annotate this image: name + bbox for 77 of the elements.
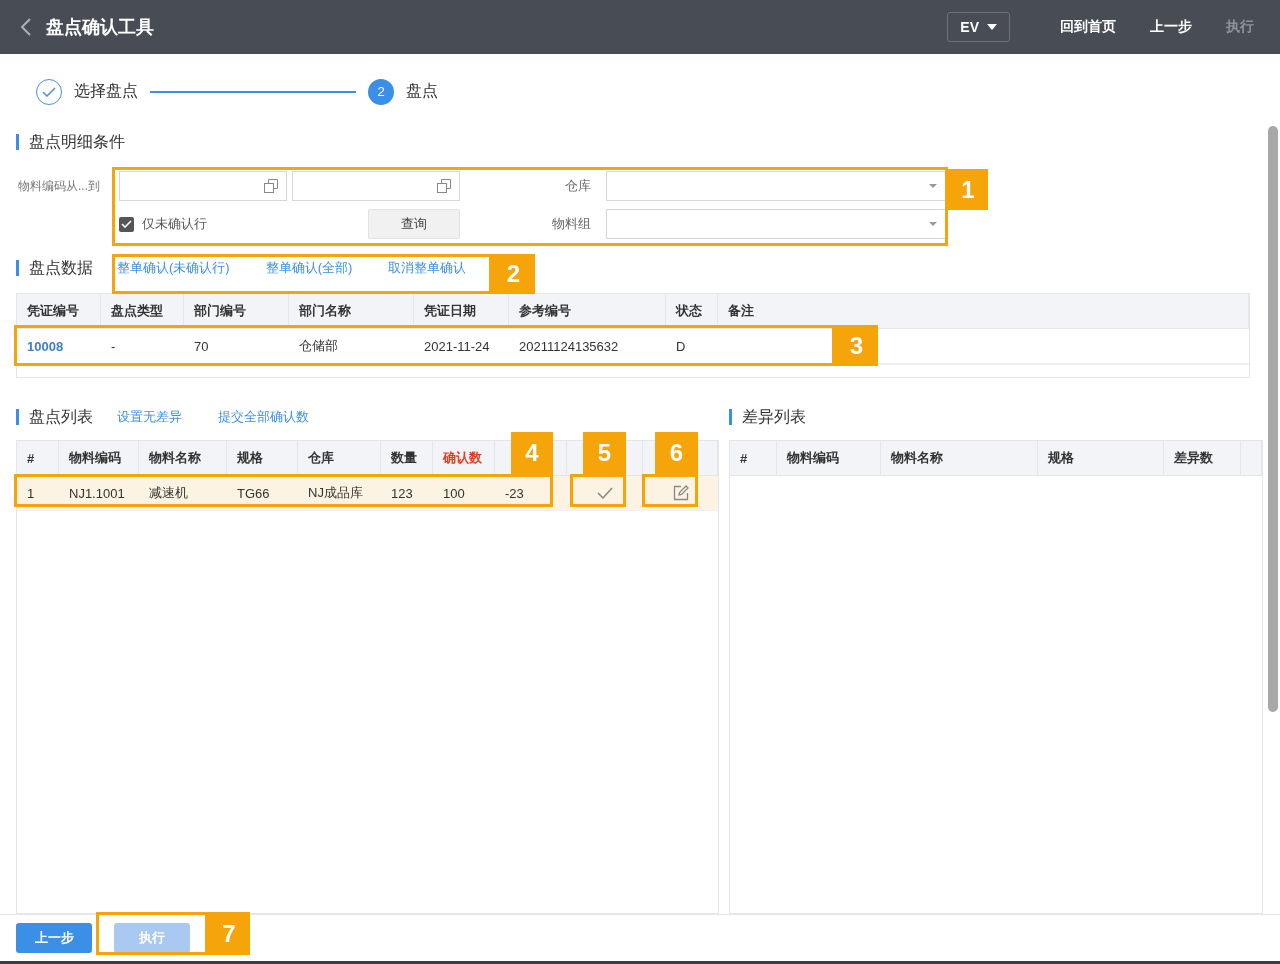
column-header[interactable]: 规格: [237, 449, 263, 467]
column-header[interactable]: 状态: [676, 302, 702, 320]
field-label: 仓库: [564, 177, 592, 195]
table-cell: 70: [194, 338, 209, 354]
table-cell: 20211124135632: [519, 338, 619, 354]
section-title: 盘点数据: [29, 257, 93, 278]
caret-icon: [929, 184, 937, 188]
callout-number: 3: [835, 325, 878, 366]
action-link[interactable]: 提交全部确认数: [218, 408, 309, 426]
table-cell: D: [676, 338, 686, 354]
table-cell: 123: [391, 485, 413, 501]
table-cell: -: [111, 338, 116, 354]
checkbox[interactable]: [119, 216, 134, 232]
query-button[interactable]: 查询: [368, 209, 460, 239]
column-header[interactable]: 物料编码: [69, 449, 121, 467]
column-header[interactable]: 物料名称: [149, 449, 201, 467]
copy-icon[interactable]: [437, 179, 451, 193]
edit-icon[interactable]: [672, 485, 689, 501]
header-action[interactable]: 上一步: [1142, 14, 1200, 40]
voucher-link[interactable]: 10008: [27, 338, 64, 354]
callout-number: 4: [511, 432, 553, 474]
table-cell: 100: [443, 485, 465, 501]
column-header[interactable]: 部门名称: [299, 302, 351, 320]
column-header[interactable]: 物料名称: [891, 449, 943, 467]
table-cell: NJ成品库: [308, 484, 363, 502]
action-link[interactable]: 取消整单确认: [388, 259, 467, 277]
section-title: 差异列表: [742, 406, 806, 427]
column-header[interactable]: 部门编号: [194, 302, 246, 320]
column-header[interactable]: 参考编号: [519, 302, 571, 320]
column-header[interactable]: #: [27, 450, 35, 466]
action-link[interactable]: 整单确认(未确认行): [117, 259, 230, 277]
environment-dropdown[interactable]: EV: [947, 12, 1010, 42]
scrollbar-thumb[interactable]: [1268, 126, 1278, 712]
input-field[interactable]: [292, 171, 460, 201]
action-link[interactable]: 设置无差异: [117, 408, 182, 426]
column-header[interactable]: 仓库: [308, 449, 334, 467]
copy-icon[interactable]: [264, 179, 278, 193]
column-header[interactable]: 盘点类型: [111, 302, 163, 320]
check-icon[interactable]: [597, 487, 613, 499]
caret-icon: [987, 24, 997, 30]
column-header[interactable]: 物料编码: [787, 449, 839, 467]
checkbox-label[interactable]: 仅未确认行: [142, 215, 207, 233]
step-number: 2: [368, 78, 394, 105]
table-cell: 仓储部: [299, 337, 338, 355]
table-cell: -23: [505, 485, 524, 501]
action-link[interactable]: 整单确认(全部): [265, 259, 353, 277]
field-label: 物料编码从...到: [18, 177, 101, 195]
field-label: 物料组: [551, 215, 592, 233]
back-icon[interactable]: [20, 17, 32, 37]
column-header[interactable]: 凭证编号: [27, 302, 79, 320]
column-header[interactable]: 备注: [728, 302, 754, 320]
callout-number: 5: [583, 432, 626, 474]
section-title: 盘点列表: [29, 406, 93, 427]
input-field[interactable]: [119, 171, 287, 201]
step-label: 选择盘点: [74, 81, 138, 101]
select-field[interactable]: [606, 171, 946, 201]
callout-number: 6: [655, 432, 698, 474]
callout-number: 1: [948, 169, 988, 210]
column-header[interactable]: 数量: [391, 449, 417, 467]
caret-icon: [929, 222, 937, 226]
callout-number: 2: [492, 254, 535, 294]
table-cell: 1: [27, 485, 35, 501]
column-header[interactable]: 确认数: [443, 449, 482, 467]
column-header[interactable]: 规格: [1048, 449, 1074, 467]
callout-number: 7: [208, 912, 250, 955]
column-header[interactable]: 差异数: [1174, 449, 1213, 467]
step-label: 盘点: [406, 81, 438, 101]
table-cell: TG66: [237, 485, 270, 501]
column-header[interactable]: 凭证日期: [424, 302, 476, 320]
table-cell: 2021-11-24: [424, 338, 490, 354]
table-cell: NJ1.1001: [69, 485, 125, 501]
table-cell: 减速机: [149, 484, 188, 502]
column-header[interactable]: #: [740, 450, 748, 466]
page-title: 盘点确认工具: [46, 16, 155, 39]
select-field[interactable]: [606, 209, 946, 239]
section-title: 盘点明细条件: [29, 131, 125, 152]
header-action[interactable]: 回到首页: [1052, 14, 1124, 40]
